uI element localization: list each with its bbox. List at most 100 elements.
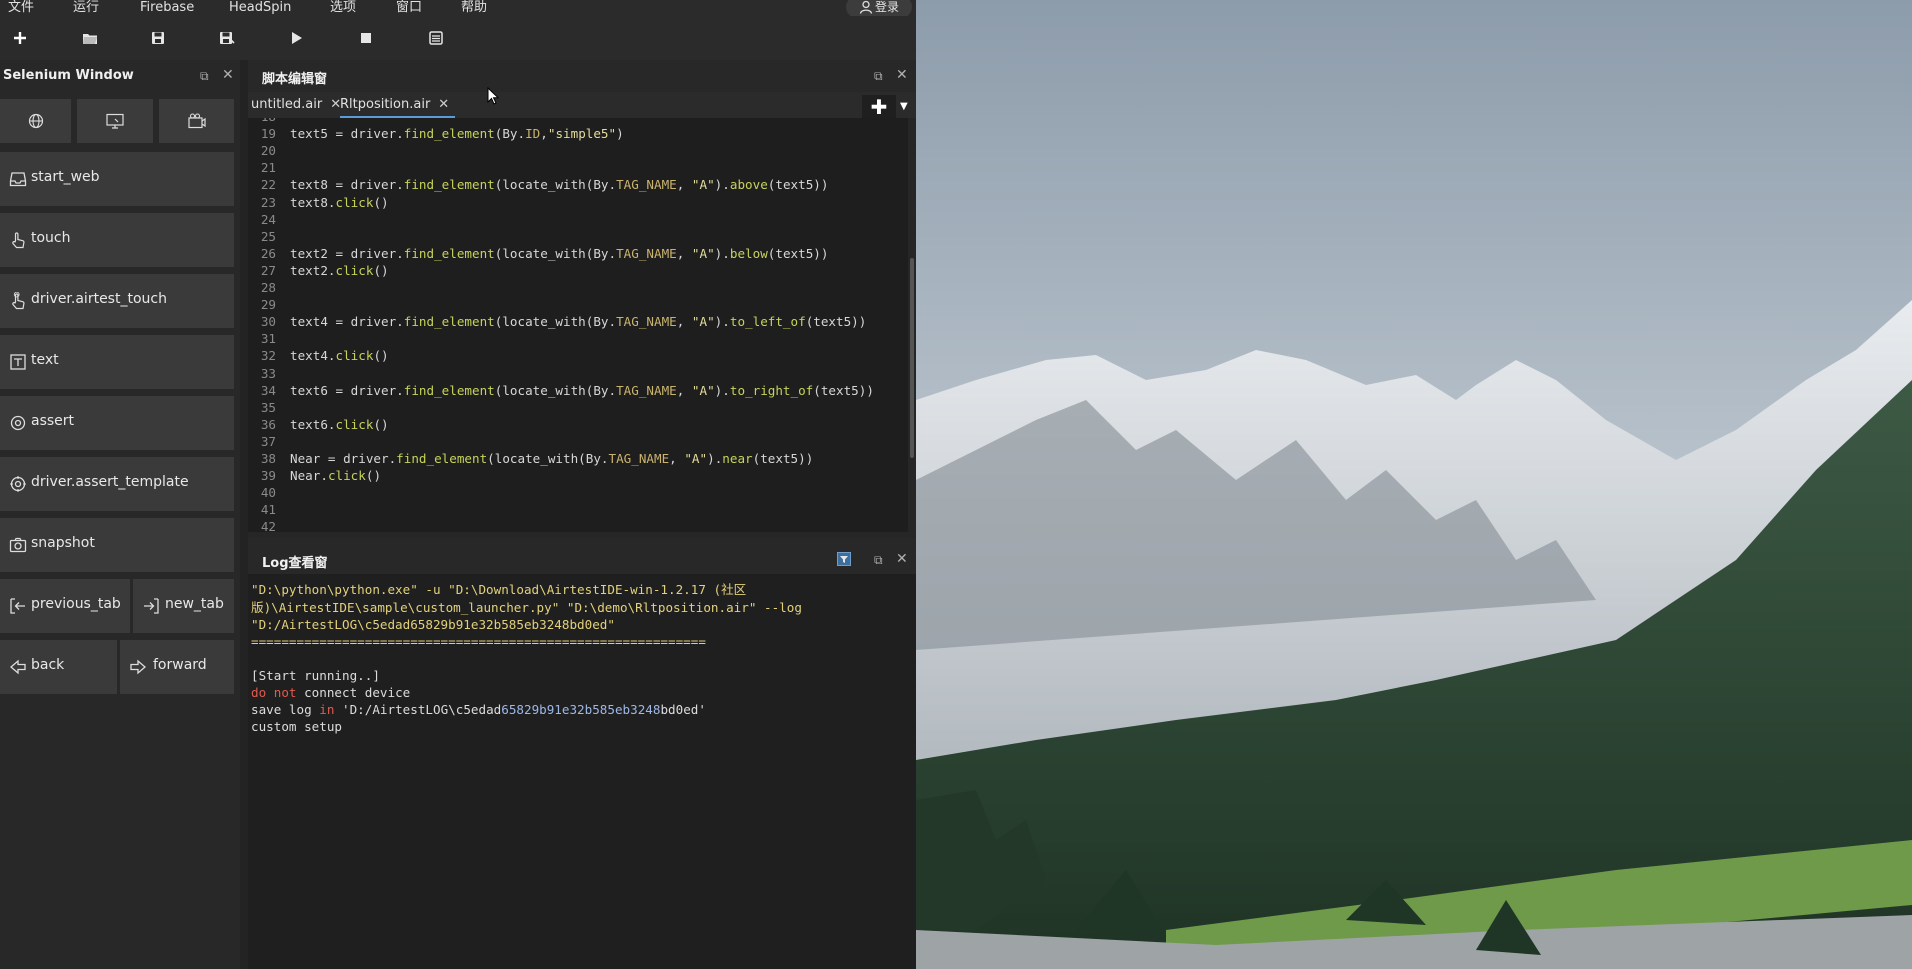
selenium-item-previous-tab[interactable]: previous_tab <box>0 579 130 633</box>
code-line[interactable]: 41 <box>248 501 290 518</box>
code-line[interactable]: 22 text8 = driver.find_element(locate_wit… <box>248 176 829 193</box>
selenium-item-driver-assert-template[interactable]: driver.assert_template <box>0 457 234 511</box>
toolbar <box>0 16 916 60</box>
save-icon <box>152 32 164 44</box>
line-number: 24 <box>260 211 276 227</box>
close-tab-icon[interactable]: ✕ <box>438 97 449 112</box>
menu-window[interactable]: 窗口 <box>396 0 422 16</box>
selenium-item-text[interactable]: text <box>0 335 234 389</box>
menu-file[interactable]: 文件 <box>8 0 34 16</box>
selenium-camera-button[interactable] <box>159 99 234 143</box>
text-box-icon <box>10 354 26 370</box>
selenium-item-driver-airtest-touch[interactable]: driver.airtest_touch <box>0 274 234 328</box>
stop-button[interactable] <box>355 27 377 49</box>
close-log-icon[interactable]: ✕ <box>896 551 908 567</box>
script-editor-title: 脚本编辑窗 <box>262 72 328 87</box>
code-line[interactable]: 29 <box>248 296 290 313</box>
menu-run[interactable]: 运行 <box>73 0 99 16</box>
new-file-button[interactable] <box>9 27 31 49</box>
tab-untitled[interactable]: untitled.air ✕ <box>251 92 341 118</box>
float-log-icon[interactable]: ⧉ <box>874 553 883 568</box>
scrollbar-thumb[interactable] <box>910 258 914 458</box>
line-number: 25 <box>260 228 276 244</box>
tab-rltposition[interactable]: Rltposition.air ✕ <box>340 92 456 118</box>
selenium-item-label: assert <box>31 413 75 429</box>
selenium-item-start-web[interactable]: start_web <box>0 152 234 206</box>
menu-options[interactable]: 选项 <box>330 0 356 16</box>
selenium-item-forward[interactable]: forward <box>120 640 234 694</box>
selenium-item-assert[interactable]: assert <box>0 396 234 450</box>
code-line[interactable]: 31 <box>248 330 290 347</box>
code-line[interactable]: 35 <box>248 399 290 416</box>
code-line[interactable]: 27 text2.click() <box>248 262 389 279</box>
selenium-screen-button[interactable] <box>77 99 153 143</box>
new-tab-label: new_tab <box>165 596 224 612</box>
close-editor-icon[interactable]: ✕ <box>896 67 908 83</box>
selenium-window-panel: Selenium Window ⧉ ✕ start_web touch driv… <box>0 60 240 969</box>
new-file-icon <box>14 32 26 44</box>
float-editor-icon[interactable]: ⧉ <box>874 69 883 84</box>
selenium-item-new-tab[interactable]: new_tab <box>133 579 234 633</box>
forward-label: forward <box>153 657 207 673</box>
editor-scrollbar[interactable] <box>908 118 916 532</box>
selenium-item-snapshot[interactable]: snapshot <box>0 518 234 572</box>
open-folder-button[interactable] <box>79 27 101 49</box>
code-line[interactable]: 21 <box>248 159 290 176</box>
code-line[interactable]: 32 text4.click() <box>248 347 389 364</box>
add-tab-button[interactable]: ✚ <box>862 95 896 119</box>
selenium-item-back[interactable]: back <box>0 640 117 694</box>
code-line[interactable]: 23 text8.click() <box>248 194 389 211</box>
line-number: 37 <box>260 433 276 449</box>
float-panel-icon[interactable]: ⧉ <box>200 69 209 84</box>
run-button[interactable] <box>286 27 308 49</box>
selenium-item-label: start_web <box>31 169 100 185</box>
close-panel-icon[interactable]: ✕ <box>222 67 234 83</box>
camera-icon <box>187 113 206 129</box>
code-line[interactable]: 30 text4 = driver.find_element(locate_wit… <box>248 313 867 330</box>
code-line[interactable]: 18 <box>248 118 290 125</box>
menu-help[interactable]: 帮助 <box>461 0 487 16</box>
save-button[interactable] <box>147 27 169 49</box>
code-editor[interactable]: 1819 text5 = driver.find_element(By.ID,"s… <box>248 118 908 532</box>
line-number: 23 <box>260 194 276 210</box>
arrow-left-icon <box>10 659 26 675</box>
log-viewer-title: Log查看窗 <box>262 556 328 571</box>
code-line[interactable]: 28 <box>248 279 290 296</box>
code-text: text6 = driver.find_element(locate_with(… <box>290 382 874 398</box>
menu-headspin[interactable]: HeadSpin <box>229 0 291 16</box>
line-number: 27 <box>260 262 276 278</box>
code-line[interactable]: 38 Near = driver.find_element(locate_with… <box>248 450 813 467</box>
panel-splitter[interactable] <box>240 60 248 969</box>
line-number: 39 <box>260 468 276 484</box>
code-line[interactable]: 42 <box>248 518 290 532</box>
target-icon <box>10 476 26 492</box>
selenium-item-touch[interactable]: touch <box>0 213 234 267</box>
menu-firebase[interactable]: Firebase <box>140 0 194 16</box>
tab-left-icon <box>10 598 25 614</box>
desktop-wallpaper <box>916 0 1912 969</box>
code-line[interactable]: 37 <box>248 433 290 450</box>
script-editor-header: 脚本编辑窗 ⧉ ✕ <box>248 60 916 92</box>
mountain-landscape-image <box>916 0 1912 969</box>
log-line: "D:\python\python.exe" -u "D:\Download\A… <box>251 582 747 597</box>
line-number: 28 <box>260 280 276 295</box>
code-line[interactable]: 34 text6 = driver.find_element(locate_wit… <box>248 382 874 399</box>
arrow-right-icon <box>130 659 146 675</box>
code-line[interactable]: 39 Near.click() <box>248 467 381 484</box>
report-button[interactable] <box>425 27 447 49</box>
code-line[interactable]: 19 text5 = driver.find_element(By.ID,"sim… <box>248 125 624 142</box>
code-line[interactable]: 20 <box>248 142 290 159</box>
log-line: do not connect device <box>251 685 411 700</box>
code-line[interactable]: 25 <box>248 228 290 245</box>
selenium-globe-button[interactable] <box>0 99 71 143</box>
code-line[interactable]: 33 <box>248 365 290 382</box>
log-output[interactable]: "D:\python\python.exe" -u "D:\Download\A… <box>248 574 916 969</box>
tab-dropdown-icon[interactable]: ▼ <box>900 101 908 112</box>
code-line[interactable]: 24 <box>248 211 290 228</box>
code-line[interactable]: 40 <box>248 484 290 501</box>
code-line[interactable]: 26 text2 = driver.find_element(locate_wit… <box>248 245 829 262</box>
filter-icon[interactable] <box>837 552 851 566</box>
save-as-button[interactable] <box>216 27 238 49</box>
selenium-item-label: snapshot <box>31 535 95 551</box>
code-line[interactable]: 36 text6.click() <box>248 416 389 433</box>
